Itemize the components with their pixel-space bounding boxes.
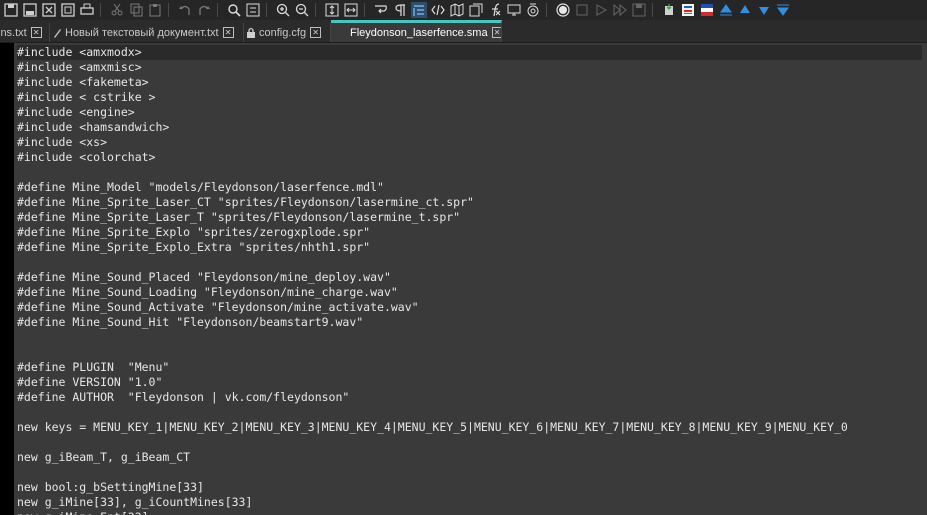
save-all-icon[interactable] xyxy=(22,2,38,18)
code-line[interactable]: #define Mine_Sprite_Laser_T "sprites/Fle… xyxy=(17,210,922,225)
sync-scroll-h-icon[interactable] xyxy=(343,2,359,18)
zoom-out-icon[interactable] xyxy=(294,2,310,18)
show-all-chars-icon[interactable] xyxy=(392,2,408,18)
plugin-flag-icon[interactable] xyxy=(699,2,715,18)
function-list-icon[interactable] xyxy=(487,2,503,18)
play-macro-icon[interactable] xyxy=(593,2,609,18)
code-line[interactable]: #include <amxmisc> xyxy=(17,60,922,75)
tab-ins-txt[interactable]: ins.txt ✕ xyxy=(0,23,50,42)
code-line[interactable] xyxy=(17,330,922,345)
save-macro-icon[interactable] xyxy=(631,2,647,18)
tab-label: Новый текстовый документ.txt xyxy=(65,26,219,39)
code-line[interactable]: #define Mine_Model "models/Fleydonson/la… xyxy=(17,180,922,195)
tab-new-text-document[interactable]: Новый текстовый документ.txt ✕ xyxy=(50,23,244,42)
pencil-icon xyxy=(54,28,61,38)
code-line[interactable]: #define VERSION "1.0" xyxy=(17,375,922,390)
tab-config-cfg[interactable]: config.cfg ✕ xyxy=(244,23,331,42)
zoom-in-icon[interactable] xyxy=(275,2,291,18)
code-line[interactable]: #include <colorchat> xyxy=(17,150,922,165)
code-line[interactable] xyxy=(17,405,922,420)
lang-icon[interactable] xyxy=(430,2,446,18)
line-gutter[interactable] xyxy=(0,43,14,515)
toolbar-separator xyxy=(364,3,365,17)
code-text[interactable]: #include <amxmodx> #include <amxmisc> #inc… xyxy=(17,45,922,515)
tab-label: config.cfg xyxy=(259,26,307,39)
stop-macro-icon[interactable] xyxy=(574,2,590,18)
copy-icon[interactable] xyxy=(128,2,144,18)
monitor-icon[interactable] xyxy=(525,2,541,18)
code-line[interactable]: #define PLUGIN "Menu" xyxy=(17,360,922,375)
code-line[interactable]: #include < cstrike > xyxy=(17,90,922,105)
code-line[interactable]: #define Mine_Sprite_Explo "sprites/zerog… xyxy=(17,225,922,240)
tab-label: Fleydonson_laserfence.sma xyxy=(350,26,488,39)
record-macro-icon[interactable] xyxy=(555,2,571,18)
word-wrap-icon[interactable] xyxy=(373,2,389,18)
code-line[interactable]: #define Mine_Sprite_Laser_CT "sprites/Fl… xyxy=(17,195,922,210)
code-line[interactable]: new bool:g_bSettingMine[33] xyxy=(17,480,922,495)
code-line[interactable]: new keys = MENU_KEY_1|MENU_KEY_2|MENU_KE… xyxy=(17,420,922,435)
folder-workspace-icon[interactable] xyxy=(506,2,522,18)
replace-icon[interactable] xyxy=(245,2,261,18)
close-all-icon[interactable] xyxy=(60,2,76,18)
toolbar-separator xyxy=(168,3,169,17)
code-line[interactable]: #define Mine_Sprite_Explo_Extra "sprites… xyxy=(17,240,922,255)
plugin-up-icon[interactable] xyxy=(718,2,734,18)
code-line[interactable]: #include <engine> xyxy=(17,105,922,120)
doc-map-icon[interactable] xyxy=(449,2,465,18)
toolbar xyxy=(0,0,927,20)
notepad-plus-plus-window: ins.txt ✕ Новый текстовый документ.txt ✕… xyxy=(0,0,927,515)
find-icon[interactable] xyxy=(226,2,242,18)
toolbar-separator xyxy=(266,3,267,17)
code-line[interactable]: #include <fakemeta> xyxy=(17,75,922,90)
toolbar-separator xyxy=(217,3,218,17)
code-line[interactable]: #include <xs> xyxy=(17,135,922,150)
redo-icon[interactable] xyxy=(196,2,212,18)
code-line[interactable]: #include <hamsandwich> xyxy=(17,120,922,135)
code-line[interactable] xyxy=(17,465,922,480)
code-line[interactable]: #define Mine_Sound_Loading "Fleydonson/m… xyxy=(17,285,922,300)
code-line[interactable]: #include <amxmodx> xyxy=(17,45,922,60)
code-line[interactable]: #define Mine_Sound_Activate "Fleydonson/… xyxy=(17,300,922,315)
tab-fleydonson-laserfence[interactable]: Fleydonson_laserfence.sma ✕ xyxy=(331,20,502,42)
plugin-arrow-down-icon[interactable] xyxy=(756,2,772,18)
toolbar-separator xyxy=(100,3,101,17)
code-editor[interactable]: #include <amxmodx> #include <amxmisc> #inc… xyxy=(0,43,927,515)
toolbar-separator xyxy=(546,3,547,17)
paste-icon[interactable] xyxy=(147,2,163,18)
code-line[interactable]: #define Mine_Sound_Hit "Fleydonson/beams… xyxy=(17,315,922,330)
code-line[interactable] xyxy=(17,255,922,270)
indent-guide-icon[interactable] xyxy=(411,2,427,18)
code-line[interactable] xyxy=(17,345,922,360)
doc-list-icon[interactable] xyxy=(468,2,484,18)
plugin-arrow-up-icon[interactable] xyxy=(737,2,753,18)
close-tab-icon[interactable]: ✕ xyxy=(30,27,42,38)
plugin-compare-icon[interactable] xyxy=(680,2,696,18)
tab-label: ins.txt xyxy=(0,26,27,39)
undo-icon[interactable] xyxy=(177,2,193,18)
code-line[interactable]: new g_iMine[33], g_iCountMines[33] xyxy=(17,495,922,510)
code-line[interactable]: #define Mine_Sound_Placed "Fleydonson/mi… xyxy=(17,270,922,285)
lock-icon xyxy=(247,27,255,38)
tab-bar: ins.txt ✕ Новый текстовый документ.txt ✕… xyxy=(0,20,927,43)
code-line[interactable]: new g_iMine_Ent[33] xyxy=(17,510,922,515)
code-line[interactable]: new g_iBeam_T, g_iBeam_CT xyxy=(17,450,922,465)
play-multiple-icon[interactable] xyxy=(612,2,628,18)
cut-icon[interactable] xyxy=(109,2,125,18)
plugin-nppexec-icon[interactable] xyxy=(661,2,677,18)
close-tab-icon[interactable]: ✕ xyxy=(310,27,322,38)
code-line[interactable]: #define AUTHOR "Fleydonson | vk.com/fley… xyxy=(17,390,922,405)
save-icon[interactable] xyxy=(3,2,19,18)
close-file-icon[interactable] xyxy=(41,2,57,18)
toolbar-separator xyxy=(652,3,653,17)
code-line[interactable] xyxy=(17,165,922,180)
print-icon[interactable] xyxy=(79,2,95,18)
sync-scroll-v-icon[interactable] xyxy=(324,2,340,18)
toolbar-separator xyxy=(315,3,316,17)
code-line[interactable] xyxy=(17,435,922,450)
close-tab-icon[interactable]: ✕ xyxy=(222,27,234,38)
plugin-down-icon[interactable] xyxy=(775,2,791,18)
close-tab-icon[interactable]: ✕ xyxy=(491,27,501,38)
